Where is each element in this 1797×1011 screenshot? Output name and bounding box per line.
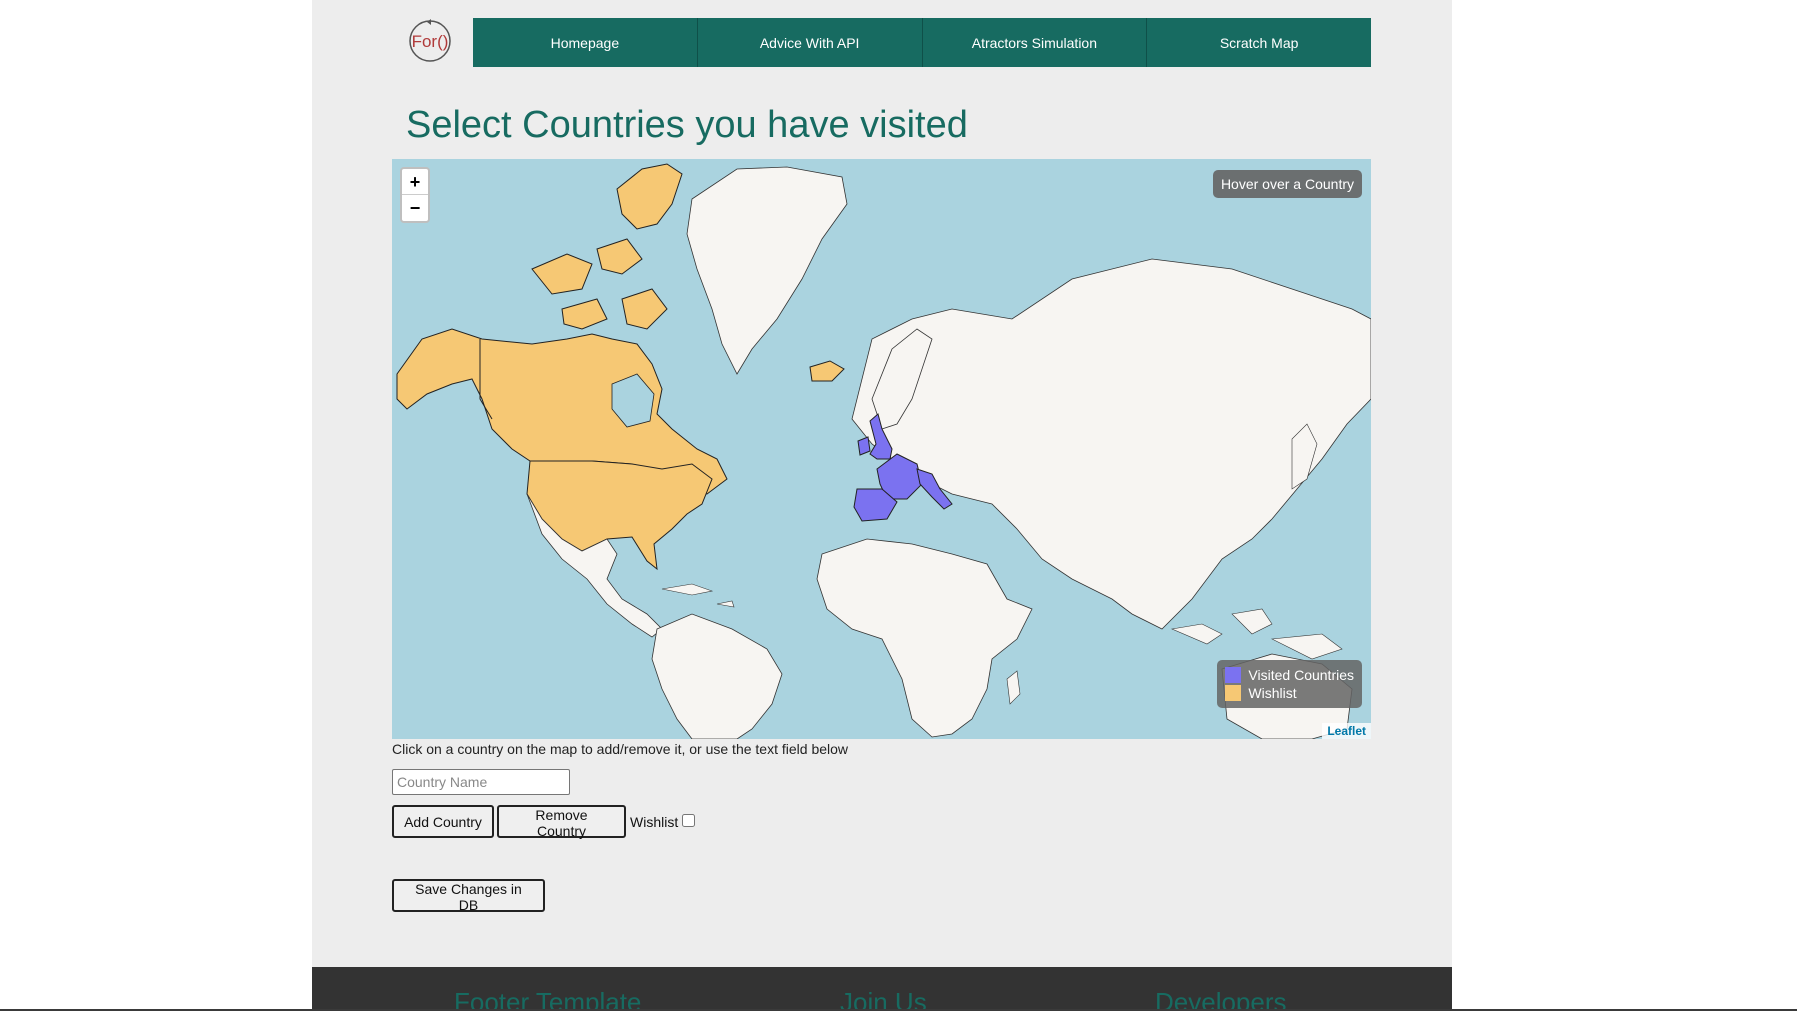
country-ireland[interactable]: [857, 436, 871, 456]
legend-wishlist-label: Wishlist: [1248, 685, 1297, 701]
country-south-america[interactable]: [651, 613, 783, 739]
country-name-input[interactable]: [392, 769, 570, 795]
save-changes-button[interactable]: Save Changes in DB: [392, 879, 545, 913]
wishlist-checkbox[interactable]: [682, 814, 695, 827]
add-country-button[interactable]: Add Country: [392, 805, 494, 838]
legend-row-visited: Visited Countries: [1225, 666, 1354, 684]
hover-info-box: Hover over a Country: [1212, 170, 1362, 198]
leaflet-attribution-link[interactable]: Leaflet: [1322, 723, 1371, 739]
footer-title-developers: Developers: [1155, 987, 1287, 1011]
nav-item-advice-with-api[interactable]: Advice With API: [698, 18, 923, 67]
nav-item-scratch-map[interactable]: Scratch Map: [1147, 18, 1371, 67]
wishlist-swatch: [1225, 685, 1242, 701]
world-map[interactable]: + − Hover over a Country Visited Countri…: [392, 159, 1371, 739]
site-logo[interactable]: For(): [407, 18, 453, 64]
country-usa[interactable]: [526, 460, 713, 571]
logo-text: For(): [412, 32, 449, 51]
nav-item-homepage[interactable]: Homepage: [473, 18, 698, 67]
legend-row-wishlist: Wishlist: [1225, 684, 1354, 702]
page-title: Select Countries you have visited: [406, 104, 968, 146]
help-text: Click on a country on the map to add/rem…: [392, 741, 849, 757]
zoom-in-button[interactable]: +: [402, 169, 428, 195]
footer-title-template: Footer Template: [454, 987, 642, 1011]
map-legend: Visited Countries Wishlist: [1217, 660, 1362, 708]
page-container: For() Homepage Advice With API Atractors…: [312, 0, 1452, 1011]
visited-swatch: [1225, 667, 1242, 683]
country-greenland[interactable]: [686, 166, 848, 375]
map-canvas[interactable]: [392, 159, 1371, 739]
footer-title-join-us: Join Us: [840, 987, 927, 1011]
country-iceland[interactable]: [809, 360, 845, 382]
wishlist-label: Wishlist: [630, 814, 679, 830]
footer: Footer Template Join Us Developers: [312, 967, 1452, 1011]
logo-icon: For(): [409, 19, 451, 62]
country-canada-islands[interactable]: [531, 163, 683, 330]
nav-item-atractors-simulation[interactable]: Atractors Simulation: [923, 18, 1148, 67]
country-africa[interactable]: [816, 538, 1033, 738]
remove-country-button[interactable]: Remove Country: [497, 805, 626, 839]
zoom-out-button[interactable]: −: [402, 195, 428, 221]
legend-visited-label: Visited Countries: [1248, 667, 1354, 683]
zoom-control: + −: [400, 167, 430, 223]
main-nav: Homepage Advice With API Atractors Simul…: [473, 18, 1371, 67]
